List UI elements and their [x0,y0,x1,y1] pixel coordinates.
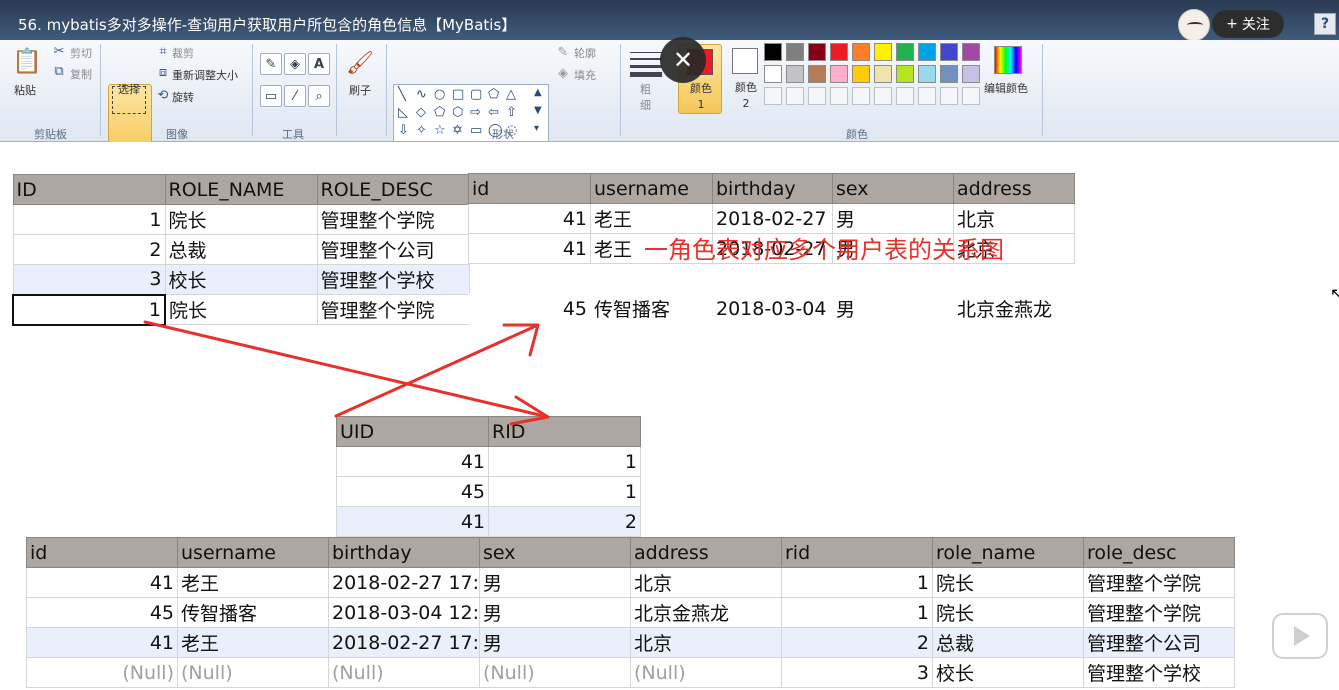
arrowhead-icon [502,323,540,357]
play-button[interactable] [1270,606,1330,662]
arrow-role-to-userrole [143,320,550,419]
arrow-userrole-to-user [334,323,540,418]
screen: 56. mybatis多对多操作-查询用户获取用户所包含的角色信息【MyBati… [0,0,1339,690]
relationship-arrows [143,320,550,426]
mouse-cursor-icon: ↖ [1330,284,1339,303]
